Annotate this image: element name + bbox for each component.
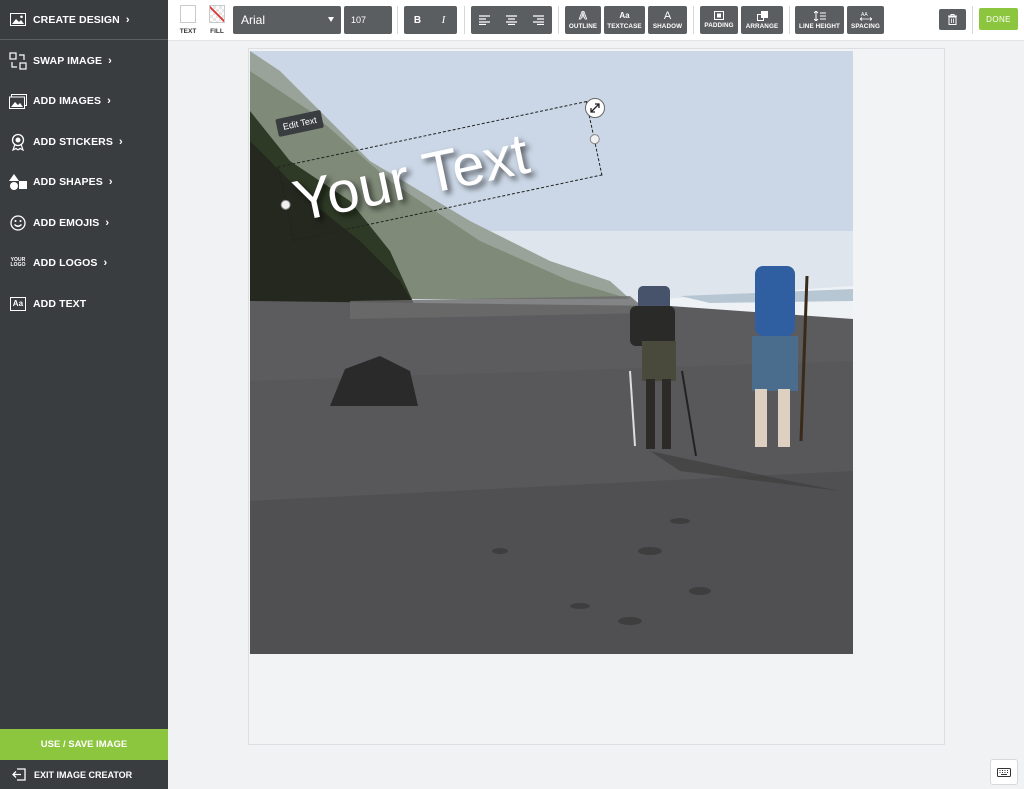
chevron-right-icon: › [118, 136, 123, 148]
outline-label: OUTLINE [568, 22, 598, 30]
bold-button[interactable]: B [405, 15, 431, 26]
spacing-icon: AA [859, 12, 872, 21]
shadow-button[interactable]: A SHADOW [648, 6, 687, 34]
align-right-button[interactable] [525, 15, 552, 25]
arrange-icon [756, 10, 768, 21]
keyboard-shortcuts-button[interactable] [990, 759, 1018, 785]
rotate-handle[interactable] [585, 98, 605, 118]
text-icon-glyph: Aa [9, 297, 27, 311]
sidebar-item-create-design[interactable]: CREATE DESIGN › [0, 0, 168, 40]
text-color-label: TEXT [179, 28, 197, 35]
fill-color-swatch [209, 5, 225, 23]
svg-text:AA: AA [861, 12, 868, 18]
divider [789, 6, 790, 34]
exit-label: EXIT IMAGE CREATOR [34, 769, 133, 780]
rotate-scale-icon [590, 103, 600, 113]
chevron-right-icon: › [105, 217, 110, 229]
done-button[interactable]: DONE [979, 8, 1018, 30]
images-icon [9, 92, 27, 110]
align-left-icon [479, 15, 490, 25]
sidebar-item-label: ADD EMOJIS [33, 217, 100, 229]
alignment-group [471, 6, 552, 34]
sidebar-item-label: ADD SHAPES [33, 176, 103, 188]
divider [397, 6, 398, 34]
sidebar-item-label: ADD LOGOS [33, 257, 98, 269]
padding-label: PADDING [704, 22, 734, 29]
smiley-icon [9, 214, 27, 232]
shapes-icon [9, 173, 27, 191]
sidebar-item-label: ADD IMAGES [33, 95, 102, 107]
textcase-button[interactable]: Aa TEXTCASE [604, 6, 645, 34]
sidebar-item-label: ADD STICKERS [33, 136, 113, 148]
shadow-label: SHADOW [652, 22, 683, 30]
italic-button[interactable]: I [431, 14, 457, 26]
textcase-icon: Aa [619, 10, 630, 20]
sidebar-item-label: ADD TEXT [33, 298, 87, 310]
align-left-button[interactable] [471, 15, 498, 25]
font-size-value: 107 [351, 15, 367, 25]
sidebar-item-add-logos[interactable]: YOUR LOGO ADD LOGOS › [0, 243, 168, 283]
text-color-swatch [180, 5, 196, 23]
text-color-picker[interactable]: TEXT [177, 5, 199, 35]
logo-icon-text: YOUR LOGO [10, 257, 26, 268]
sidebar-item-add-stickers[interactable]: ADD STICKERS › [0, 122, 168, 162]
align-center-icon [506, 15, 517, 25]
fill-color-picker[interactable]: FILL [206, 5, 228, 35]
badge-icon [9, 133, 27, 151]
spacing-label: SPACING [851, 22, 880, 30]
image-icon [9, 11, 27, 29]
chevron-right-icon: › [108, 55, 112, 67]
padding-button[interactable]: PADDING [700, 6, 738, 34]
toolbar: TEXT FILL Arial 107 B I A OUTLINE Aa TEX… [168, 0, 1024, 41]
outline-icon: A [579, 9, 588, 22]
align-right-icon [533, 15, 544, 25]
bold-italic-group: B I [404, 6, 457, 34]
use-save-image-button[interactable]: USE / SAVE IMAGE [0, 729, 168, 760]
caret-down-icon [328, 17, 334, 22]
exit-image-creator-button[interactable]: EXIT IMAGE CREATOR [0, 760, 168, 789]
textcase-label: TEXTCASE [607, 22, 642, 30]
line-height-button[interactable]: LINE HEIGHT [795, 6, 844, 34]
delete-button[interactable] [939, 9, 966, 30]
sidebar-item-add-emojis[interactable]: ADD EMOJIS › [0, 203, 168, 243]
sidebar: CREATE DESIGN › SWAP IMAGE › ADD IMAGES … [0, 0, 168, 789]
divider [558, 6, 559, 34]
sidebar-item-add-text[interactable]: Aa ADD TEXT [0, 284, 168, 324]
line-height-label: LINE HEIGHT [799, 22, 840, 30]
padding-icon [714, 11, 724, 20]
divider [972, 6, 973, 34]
swap-icon [9, 52, 27, 70]
fill-label: FILL [210, 28, 224, 35]
chevron-right-icon: › [107, 95, 111, 107]
divider [693, 6, 694, 34]
font-family-select[interactable]: Arial [233, 6, 341, 34]
sidebar-item-label: SWAP IMAGE [33, 55, 103, 67]
chevron-right-icon: › [125, 13, 130, 26]
sidebar-item-swap-image[interactable]: SWAP IMAGE › [0, 41, 168, 81]
logo-icon: YOUR LOGO [9, 254, 27, 272]
divider [464, 6, 465, 34]
sidebar-item-add-images[interactable]: ADD IMAGES › [0, 81, 168, 121]
sidebar-item-add-shapes[interactable]: ADD SHAPES › [0, 162, 168, 202]
exit-icon [12, 768, 26, 781]
sidebar-item-label: CREATE DESIGN [33, 13, 120, 26]
line-height-icon [813, 10, 826, 21]
spacing-button[interactable]: AA SPACING [847, 6, 884, 34]
keyboard-icon [997, 767, 1011, 777]
align-center-button[interactable] [498, 15, 525, 25]
arrange-button[interactable]: ARRANGE [741, 6, 783, 34]
font-family-value: Arial [241, 13, 266, 27]
arrange-label: ARRANGE [745, 22, 779, 30]
chevron-right-icon: › [103, 257, 108, 269]
shadow-icon: A [663, 9, 672, 22]
text-icon: Aa [9, 295, 27, 313]
font-size-input[interactable]: 107 [344, 6, 392, 34]
outline-button[interactable]: A OUTLINE [565, 6, 601, 34]
trash-icon [948, 14, 957, 25]
chevron-right-icon: › [108, 176, 113, 188]
